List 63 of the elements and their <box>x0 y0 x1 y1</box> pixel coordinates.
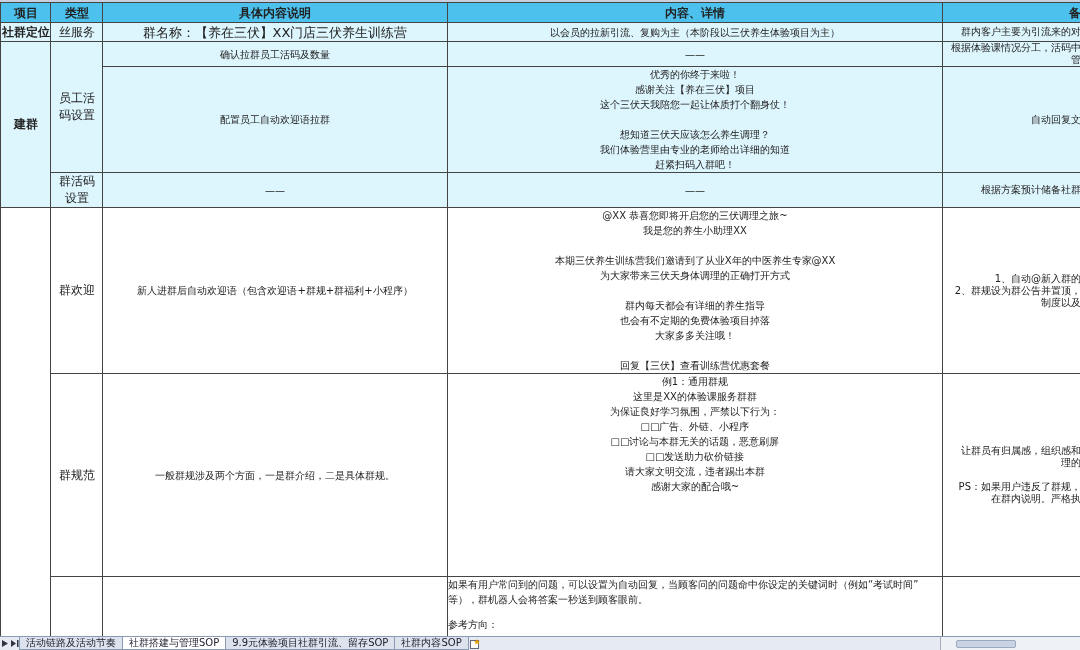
cell-text: 一般群规涉及两个方面，一是群介绍，二是具体群规。 <box>155 468 395 483</box>
sheet-tab[interactable]: 9.9元体验项目社群引流、留存SOP <box>225 637 396 650</box>
text-line: 回复【三伏】查看训练营优惠套餐 <box>619 359 771 373</box>
text-line: 1、自动@新入群的 <box>993 272 1080 285</box>
column-header: 项目 <box>13 4 38 22</box>
text-line: 为保证良好学习氛围，严禁以下行为： <box>609 405 781 419</box>
text-line: 赶紧扫码入群吧！ <box>654 158 736 172</box>
text-line: 2、群规设为群公告并置顶， <box>953 284 1080 297</box>
text-line: □□广告、外链、小程序 <box>639 420 751 434</box>
text-line: 本期三伏养生训练营我们邀请到了从业X年的中医养生专家@XX <box>553 254 837 268</box>
cell-text: 新人进群后自动欢迎语（包含欢迎语+群规+群福利+小程序） <box>137 284 413 298</box>
sheet-tab[interactable]: 社群内容SOP <box>394 637 469 650</box>
column-header: 内容、详情 <box>665 4 725 22</box>
text-line: @XX 恭喜您即将开启您的三伏调理之旅~ <box>601 209 789 223</box>
text-line: PS：如果用户违反了群规， <box>957 481 1080 493</box>
text-line: —— <box>684 47 706 62</box>
text-line: 理的 <box>1060 457 1080 469</box>
sheet-tab[interactable]: 活动链路及活动节奏 <box>19 637 123 650</box>
text-line: 自动回复文 <box>1030 113 1080 126</box>
text-line: 以会员的拉新引流、复购为主（本阶段以三伏养生体验项目为主） <box>549 25 841 40</box>
column-header: 类型 <box>64 4 89 22</box>
text-line: 等），群机器人会将答案一秒送到顾客眼前。 <box>448 593 649 607</box>
text-line: 在群内说明。严格执 <box>990 493 1080 505</box>
text-line: 大家多多关注哦！ <box>654 329 736 343</box>
cell-text: 配置员工自动欢迎语拉群 <box>220 113 330 127</box>
text-line: 根据体验课情况分工，活码中 <box>950 42 1080 54</box>
column-header: 具体内容说明 <box>239 4 311 22</box>
text-line: 例1：通用群规 <box>660 375 730 389</box>
text-line: 感谢大家的配合哦~ <box>649 480 741 494</box>
text-line: 这里是XX的体验课服务群群 <box>632 390 758 404</box>
text-line: 这个三伏天我陪您一起让体质打个翻身仗！ <box>599 98 791 112</box>
text-line: 管 <box>1070 54 1080 66</box>
text-line: 我们体验营里由专业的老师给出详细的知道 <box>599 143 791 157</box>
text-line: 参考方向： <box>448 618 499 632</box>
cell-text: —— <box>265 183 285 198</box>
text-line: □□讨论与本群无关的话题，恶意刷屏 <box>609 435 781 449</box>
horizontal-scrollbar[interactable] <box>940 637 1080 650</box>
text-line: 群内客户主要为引流来的对 <box>960 26 1080 38</box>
cell-text: 员工活码设置 <box>57 90 96 124</box>
cell-text: 丝服务 <box>58 23 95 41</box>
cell-text: 群欢迎 <box>58 282 95 299</box>
cell-text: 确认拉群员工活码及数量 <box>220 47 330 62</box>
text-line: 如果有用户常问到的问题，可以设置为自动回复，当顾客问的问题命中你设定的关键词时（例如“考试时间” <box>448 578 920 592</box>
column-header: 备 <box>1069 4 1080 22</box>
text-line: —— <box>684 183 706 198</box>
text-line: 为大家带来三伏天身体调理的正确打开方式 <box>599 269 791 283</box>
text-line: □□发送助力砍价链接 <box>644 450 746 464</box>
cell-text: 群活码设置 <box>57 173 96 207</box>
text-line: 根据方案预计储备社群 <box>980 184 1080 196</box>
text-line: 感谢关注【养在三伏】项目 <box>634 83 756 97</box>
text-line: 想知道三伏天应该怎么养生调理？ <box>619 128 771 142</box>
last-sheet-icon[interactable] <box>10 637 20 650</box>
text-line: 也会有不定期的免费体验项目掉落 <box>619 314 771 328</box>
text-line: 优秀的你终于来啦！ <box>649 68 741 82</box>
text-line: 请大家文明交流，违者踢出本群 <box>624 465 766 479</box>
text-line: 制度以及 <box>1040 296 1080 309</box>
cell-text: 群规范 <box>58 466 95 484</box>
cell-text: 群名称：【养在三伏】XX门店三伏养生训练营 <box>142 24 408 40</box>
text-line: 让群员有归属感，组织感和 <box>960 445 1080 457</box>
sheet-tab[interactable]: 社群搭建与管理SOP <box>122 637 227 650</box>
row-header-cell: 建群 <box>0 41 51 208</box>
text-line: 我是您的养生小助理XX <box>642 224 748 238</box>
text-line: 群内每天都会有详细的养生指导 <box>624 299 766 313</box>
